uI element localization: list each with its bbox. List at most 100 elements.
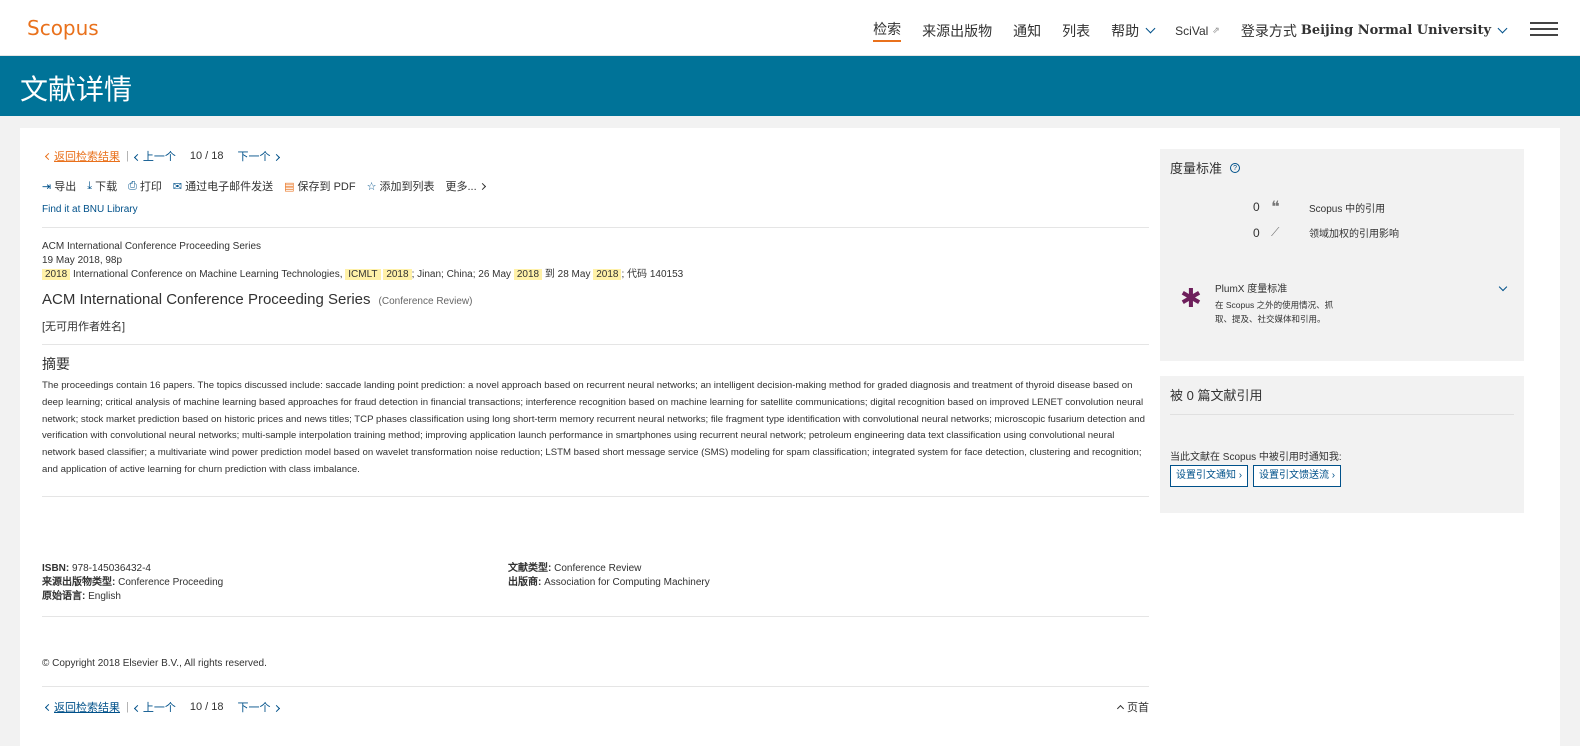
scopus-logo[interactable]: Scopus (27, 16, 99, 40)
highlight-year: 2018 (593, 269, 622, 280)
more-label: 更多... (445, 181, 477, 193)
metadata-left: ISBN: 978-145036432-4 来源出版物类型: Conferenc… (42, 562, 223, 604)
email-button[interactable]: ✉ 通过电子邮件发送 (173, 178, 273, 194)
set-citation-feed-button[interactable]: 设置引文馈送流 › (1253, 465, 1342, 487)
add-to-list-label: 添加到列表 (379, 181, 435, 193)
highlight-year: 2018 (513, 269, 543, 280)
prev-label: 上一个 (142, 702, 176, 714)
language-label: 原始语言: (42, 591, 86, 602)
add-to-list-button[interactable]: ☆ 添加到列表 (367, 178, 435, 194)
source-type-row: 来源出版物类型: Conference Proceeding (42, 576, 223, 590)
quote-icon: ❝ (1271, 199, 1280, 216)
export-label: 导出 (54, 181, 77, 193)
copyright-notice: © Copyright 2018 Elsevier B.V., All righ… (42, 658, 267, 669)
nav-search[interactable]: 检索 (873, 19, 902, 42)
find-it-link[interactable]: Find it at BNU Library (42, 204, 138, 215)
abstract-heading: 摘要 (42, 356, 70, 372)
divider (1170, 414, 1514, 415)
pager-current: 10 (189, 150, 203, 162)
publisher-label: 出版商: (508, 577, 542, 588)
back-to-top-link[interactable]: 页首 (1116, 699, 1149, 715)
language-row: 原始语言: English (42, 590, 223, 604)
source-type-value: Conference Proceeding (118, 577, 224, 588)
chevron-left-icon (44, 703, 53, 711)
citation-metric[interactable]: 0 ❝ Scopus 中的引用 (1253, 197, 1385, 217)
doc-type-label: 文献类型: (508, 563, 552, 574)
set-citation-alert-button[interactable]: 设置引文通知 › (1170, 465, 1249, 487)
export-icon: ⇥ (42, 180, 52, 193)
pager-total: 18 (211, 701, 224, 713)
fwci-metric[interactable]: 0 ⟋ 领域加权的引用影响 (1253, 225, 1399, 240)
pager-total: 18 (211, 150, 224, 162)
conference-code: ; 代码 140153 (621, 269, 684, 280)
scale-icon: ⟋ (1271, 225, 1280, 239)
chevron-up-icon (1116, 704, 1125, 713)
chevron-left-icon (44, 152, 53, 160)
back-to-results-link[interactable]: 返回检索结果 (54, 699, 120, 715)
chevron-down-icon[interactable] (1498, 282, 1508, 292)
chevron-right-icon: › (1331, 470, 1336, 481)
metrics-panel: 度量标准? 0 ❝ Scopus 中的引用 0 ⟋ 领域加权的引用影响 ✱ Pl… (1160, 149, 1524, 361)
nav-search-label: 检索 (873, 21, 902, 37)
doc-type-row: 文献类型: Conference Review (508, 562, 710, 576)
divider: | (126, 150, 129, 162)
highlight-year: 2018 (383, 269, 412, 280)
pager-position: 10 / 18 (190, 701, 224, 713)
publisher-value: Association for Computing Machinery (544, 577, 710, 588)
source-type-label: 来源出版物类型: (42, 577, 116, 588)
source-series: ACM International Conference Proceeding … (42, 241, 262, 252)
abstract-text: The proceedings contain 16 papers. The t… (42, 380, 1145, 475)
save-pdf-button[interactable]: ▤ 保存到 PDF (284, 178, 355, 194)
divider (42, 344, 1149, 345)
pdf-icon: ▤ (284, 180, 295, 193)
document-title-row: ACM International Conference Proceeding … (42, 291, 472, 308)
page-title: 文献详情 (20, 74, 133, 105)
isbn-value: 978-145036432-4 (72, 563, 151, 574)
nav-lists[interactable]: 列表 (1062, 21, 1090, 41)
citation-label: Scopus 中的引用 (1309, 203, 1386, 215)
help-icon[interactable]: ? (1230, 162, 1241, 173)
prev-link[interactable]: 上一个 (133, 699, 176, 715)
pager-slash: / (205, 701, 209, 713)
chevron-right-icon (272, 704, 280, 713)
pager-slash: / (205, 150, 209, 162)
nav-sources[interactable]: 来源出版物 (922, 21, 992, 41)
back-to-top-label: 页首 (1127, 702, 1149, 714)
plumx-description: 在 Scopus 之外的使用情况、抓取、提及、社交媒体和引用。 (1215, 300, 1334, 324)
nav-scival[interactable]: SciVal ⇗ (1175, 24, 1220, 38)
chevron-down-icon (1497, 23, 1508, 34)
print-button[interactable]: ⎙ 打印 (128, 178, 162, 194)
next-link[interactable]: 下一个 (238, 699, 280, 715)
more-button[interactable]: 更多... (445, 178, 486, 194)
star-icon: ☆ (366, 180, 377, 193)
metrics-title: 度量标准 (1170, 161, 1223, 176)
download-icon: ⤓ (87, 179, 93, 192)
pager-current: 10 (189, 701, 203, 713)
fwci-label: 领域加权的引用影响 (1309, 229, 1399, 240)
download-button[interactable]: ⤓ 下载 (87, 178, 117, 194)
next-link[interactable]: 下一个 (238, 148, 280, 164)
menu-icon[interactable] (1530, 22, 1558, 36)
citation-count: 0 (1253, 200, 1260, 214)
source-date: 19 May 2018, 98p (42, 255, 123, 266)
metadata-right: 文献类型: Conference Review 出版商: Association… (508, 562, 710, 590)
chevron-down-icon (1145, 23, 1156, 34)
back-to-results-link[interactable]: 返回检索结果 (54, 148, 120, 164)
prev-link[interactable]: 上一个 (133, 148, 176, 164)
plumx-icon: ✱ (1180, 283, 1202, 313)
metrics-heading: 度量标准? (1170, 158, 1241, 177)
email-label: 通过电子邮件发送 (185, 181, 274, 193)
nav-alerts[interactable]: 通知 (1013, 21, 1041, 41)
cited-by-heading: 被 0 篇文献引用 (1170, 388, 1263, 403)
prev-label: 上一个 (142, 151, 176, 163)
print-icon: ⎙ (128, 179, 137, 192)
main-nav: 检索 来源出版物 通知 列表 帮助 SciVal ⇗ 登录方式 Beijing No… (852, 19, 1508, 42)
institution-name: Beijing Normal University (1300, 23, 1491, 38)
nav-help[interactable]: 帮助 (1111, 21, 1156, 41)
export-button[interactable]: ⇥ 导出 (42, 178, 76, 194)
document-title: ACM International Conference Proceeding … (42, 291, 371, 308)
isbn-label: ISBN: (42, 563, 70, 574)
divider (42, 227, 1149, 228)
nav-login[interactable]: 登录方式 Beijing Normal University (1241, 21, 1508, 41)
chevron-right-icon (272, 153, 280, 162)
